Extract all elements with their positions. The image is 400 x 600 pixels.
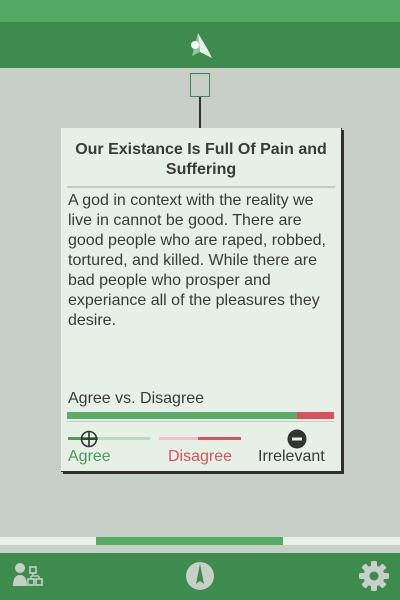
- page-indicator: [0, 537, 400, 545]
- vote-summary-label: Agree vs. Disagree: [68, 390, 205, 407]
- card-body: A god in context with the reality we liv…: [68, 192, 326, 329]
- agree-slider-handle-icon[interactable]: [80, 430, 98, 448]
- disagree-slider-track[interactable]: [159, 437, 241, 440]
- disagree-button[interactable]: Disagree: [168, 448, 232, 466]
- status-bar: [0, 0, 400, 22]
- compass-icon[interactable]: [184, 560, 216, 592]
- minus-circle-icon[interactable]: [287, 429, 307, 449]
- app-header: [0, 22, 400, 68]
- footer-toolbar: [0, 553, 400, 600]
- card-title: Our Existance Is Full Of Pain and Suffer…: [75, 141, 327, 178]
- node-connector: [190, 73, 210, 97]
- page-indicator-active: [96, 537, 283, 545]
- divider: [67, 421, 334, 422]
- vote-summary-bar: [67, 412, 334, 419]
- connector-line: [199, 97, 201, 128]
- divider: [67, 186, 335, 188]
- argument-card: Our Existance Is Full Of Pain and Suffer…: [61, 128, 342, 472]
- users-network-icon[interactable]: [11, 560, 43, 592]
- gear-icon[interactable]: [358, 560, 390, 592]
- irrelevant-button[interactable]: Irrelevant: [258, 448, 325, 466]
- agree-button[interactable]: Agree: [68, 448, 111, 466]
- app-logo-icon[interactable]: [188, 30, 214, 60]
- disagree-portion: [296, 412, 334, 419]
- disagree-slider-fill: [198, 437, 241, 440]
